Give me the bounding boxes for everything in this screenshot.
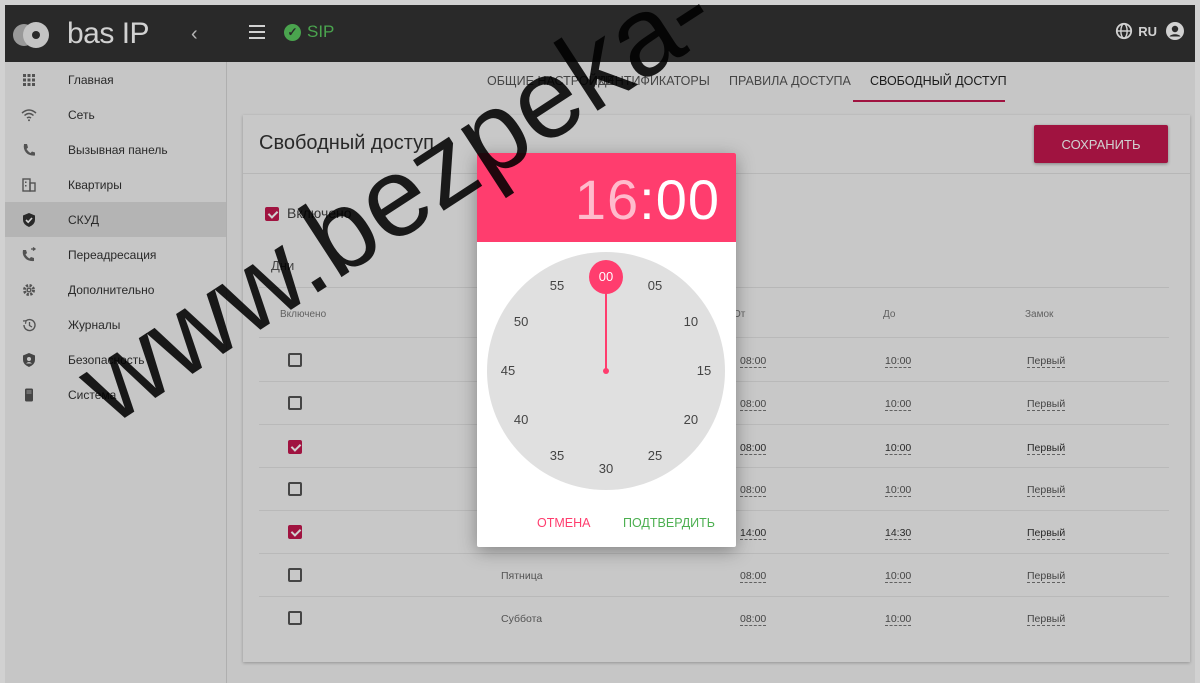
- time-picker-header: 16:00: [477, 153, 736, 242]
- cancel-button[interactable]: ОТМЕНА: [537, 516, 590, 530]
- clock-number[interactable]: 35: [542, 446, 572, 466]
- clock-face[interactable]: 00 05 10 15 20 25 30 35 40 45 50 55: [487, 252, 725, 490]
- clock-number[interactable]: 10: [676, 312, 706, 332]
- time-picker-dialog: 16:00 00 05 10 15 20 25 30 35 40 45 50 55 ОТМЕНА П…: [477, 153, 736, 547]
- clock-number[interactable]: 30: [591, 459, 621, 479]
- clock-number[interactable]: 45: [493, 361, 523, 381]
- clock-number[interactable]: 50: [506, 312, 536, 332]
- time-display: 16:00: [575, 167, 720, 232]
- minutes-display[interactable]: 00: [656, 168, 720, 231]
- time-separator: :: [639, 168, 656, 231]
- clock-number[interactable]: 15: [689, 361, 719, 381]
- selected-minute-marker[interactable]: 00: [589, 260, 623, 294]
- clock-number[interactable]: 05: [640, 276, 670, 296]
- clock-number[interactable]: 20: [676, 410, 706, 430]
- confirm-button[interactable]: ПОДТВЕРДИТЬ: [623, 516, 715, 530]
- clock-number[interactable]: 40: [506, 410, 536, 430]
- clock-number[interactable]: 55: [542, 276, 572, 296]
- clock-center: [603, 368, 609, 374]
- clock-number[interactable]: 25: [640, 446, 670, 466]
- hours-display[interactable]: 16: [575, 168, 639, 231]
